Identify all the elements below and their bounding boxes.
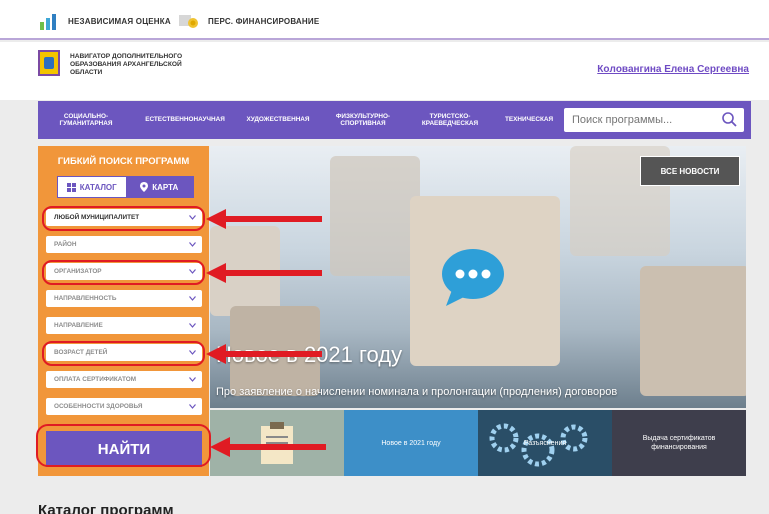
- category-social[interactable]: СОЦИАЛЬНО- ГУМАНИТАРНАЯ: [38, 113, 134, 128]
- health-features-select[interactable]: ОСОБЕННОСТИ ЗДОРОВЬЯ: [46, 398, 202, 415]
- panel-title: ГИБКИЙ ПОИСК ПРОГРАММ: [57, 156, 190, 167]
- news-thumb-4[interactable]: Выдача сертификатов финансирования: [612, 410, 746, 476]
- wood-block: [640, 266, 746, 396]
- category-art[interactable]: ХУДОЖЕСТВЕННАЯ: [236, 116, 320, 124]
- wood-block: [330, 156, 420, 276]
- site-header: НАВИГАТОР ДОПОЛНИТЕЛЬНОГО ОБРАЗОВАНИЯ АР…: [0, 42, 769, 100]
- coins-icon: [179, 15, 198, 28]
- all-news-button[interactable]: ВСЕ НОВОСТИ: [640, 156, 740, 186]
- category-technical[interactable]: ТЕХНИЧЕСКАЯ: [494, 116, 564, 124]
- search-input[interactable]: [564, 108, 714, 132]
- highlight-box-age: [42, 341, 205, 366]
- direction-select[interactable]: НАПРАВЛЕНИЕ: [46, 317, 202, 334]
- search-icon[interactable]: [721, 111, 738, 128]
- chevron-down-icon: [189, 296, 196, 301]
- category-nav: СОЦИАЛЬНО- ГУМАНИТАРНАЯ ЕСТЕСТВЕННОНАУЧНА…: [38, 101, 751, 139]
- bar-chart-icon: [40, 14, 56, 30]
- chevron-down-icon: [189, 242, 196, 247]
- catalog-heading: Каталог программ: [38, 502, 174, 514]
- grid-icon: [66, 182, 76, 192]
- map-pin-icon: [140, 182, 149, 192]
- site-title[interactable]: НАВИГАТОР ДОПОЛНИТЕЛЬНОГО ОБРАЗОВАНИЯ АР…: [70, 53, 182, 77]
- category-science[interactable]: ЕСТЕСТВЕННОНАУЧНАЯ: [134, 116, 236, 124]
- personal-financing-link[interactable]: ПЕРС. ФИНАНСИРОВАНИЕ: [178, 12, 319, 30]
- district-select[interactable]: РАЙОН: [46, 236, 202, 253]
- chevron-down-icon: [189, 404, 196, 409]
- certificate-payment-select[interactable]: ОПЛАТА СЕРТИФИКАТОМ: [46, 371, 202, 388]
- chevron-down-icon: [189, 323, 196, 328]
- orientation-select[interactable]: НАПРАВЛЕННОСТЬ: [46, 290, 202, 307]
- search-box: [564, 108, 744, 132]
- arrow-left-icon: [206, 263, 322, 283]
- news-thumb-2[interactable]: Новое в 2021 году: [344, 410, 478, 476]
- news-thumb-3[interactable]: Разъяснения: [478, 410, 612, 476]
- top-strip: НЕЗАВИСИМАЯ ОЦЕНКА ПЕРС. ФИНАНСИРОВАНИЕ: [0, 0, 769, 40]
- highlight-box-municipality: [42, 206, 205, 231]
- highlight-box-find: [36, 424, 211, 467]
- chevron-down-icon: [189, 377, 196, 382]
- view-tabs: КАТАЛОГ КАРТА: [57, 176, 194, 198]
- independent-assessment-link[interactable]: НЕЗАВИСИМАЯ ОЦЕНКА: [38, 12, 171, 30]
- tab-catalog[interactable]: КАТАЛОГ: [58, 177, 126, 197]
- arrow-left-icon: [206, 344, 322, 364]
- tab-map[interactable]: КАРТА: [125, 177, 193, 197]
- highlight-box-organizer: [42, 260, 205, 285]
- news-subtitle[interactable]: Про заявление о начислении номинала и пр…: [216, 386, 617, 398]
- category-sport[interactable]: ФИЗКУЛЬТУРНО- СПОРТИВНАЯ: [320, 113, 406, 128]
- arrow-left-icon: [210, 437, 326, 457]
- user-profile-link[interactable]: Кoлoвангина Елена Сергеевна: [597, 64, 749, 75]
- category-tourism[interactable]: ТУРИСТСКО- КРАЕВЕДЧЕСКАЯ: [406, 113, 494, 128]
- chat-bubble-icon: [442, 249, 504, 306]
- arrow-left-icon: [206, 209, 322, 229]
- region-logo[interactable]: [38, 50, 60, 76]
